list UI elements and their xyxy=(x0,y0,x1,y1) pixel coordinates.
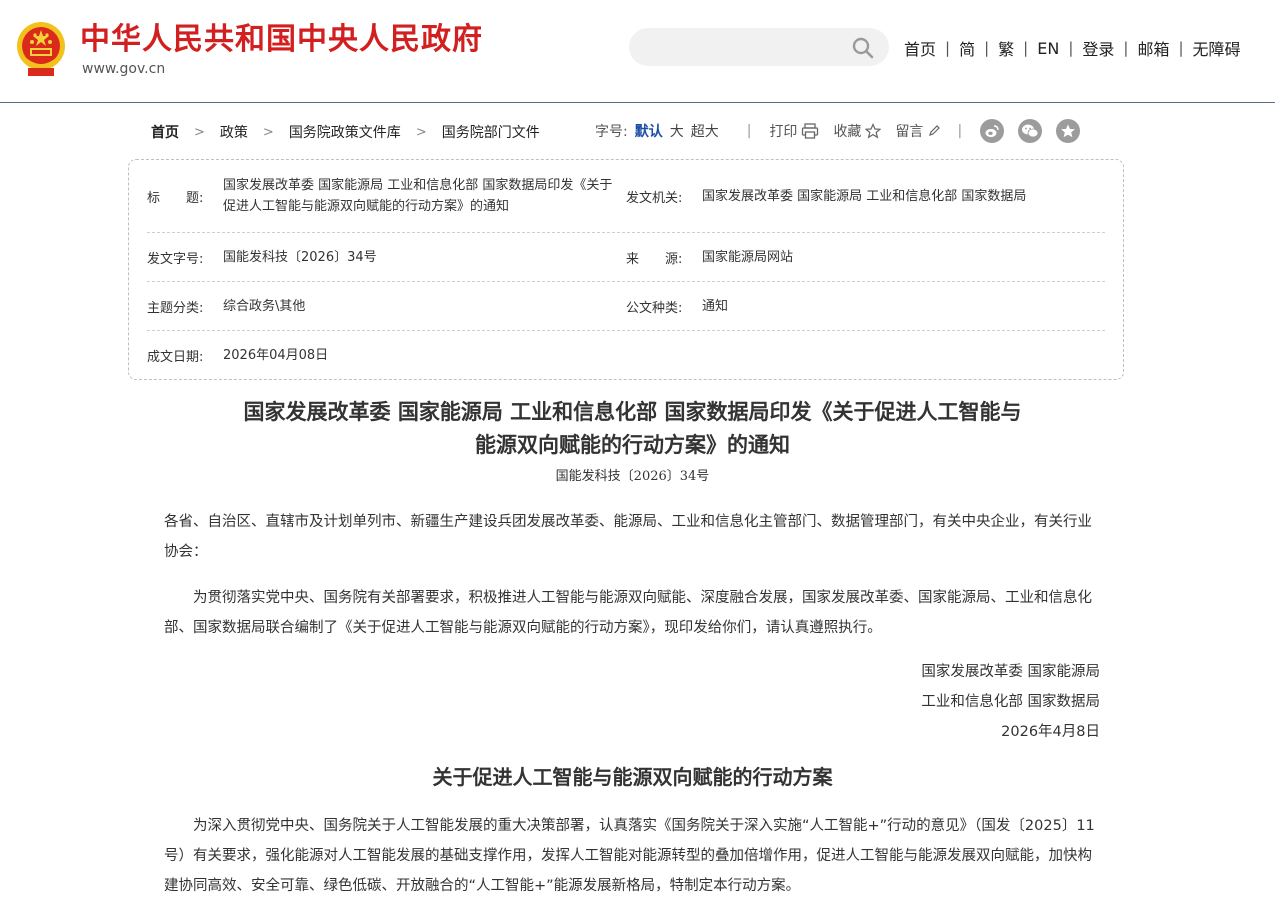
star-icon xyxy=(865,123,882,139)
meta-title-label: 标 题: xyxy=(147,190,204,206)
meta-row-topic: 主题分类: 综合政务\其他 公文种类: 通知 xyxy=(147,282,1105,331)
print-label: 打印 xyxy=(769,124,798,140)
meta-doctype-label: 公文种类: xyxy=(626,300,683,316)
nav-mailbox[interactable]: 邮箱 xyxy=(1137,36,1169,60)
font-size-default[interactable]: 默认 xyxy=(635,121,663,141)
print-button[interactable]: 打印 xyxy=(769,121,819,141)
article-toolbar: 字号: 默认 大 超大 | 打印 收藏 留言 | xyxy=(595,118,1094,144)
breadcrumb: 首页 > 政策 > 国务院政策文件库 > 国务院部门文件 xyxy=(151,121,540,143)
meta-topic-value: 综合政务\其他 xyxy=(223,298,306,314)
toolbar-divider: | xyxy=(746,123,752,139)
search-input[interactable] xyxy=(647,28,857,66)
meta-title-value: 国家发展改革委 国家能源局 工业和信息化部 国家数据局印发《关于促进人工智能与能… xyxy=(223,178,613,214)
font-size-large[interactable]: 大 xyxy=(670,121,684,141)
section-title: 关于促进人工智能与能源双向赋能的行动方案 xyxy=(432,765,833,789)
search-box xyxy=(629,28,889,66)
toolbar-divider: | xyxy=(957,123,963,139)
meta-row-title: 标 题: 国家发展改革委 国家能源局 工业和信息化部 国家数据局印发《关于促进人… xyxy=(147,160,1105,233)
breadcrumb-home[interactable]: 首页 xyxy=(151,122,179,142)
nav-separator: | xyxy=(1023,39,1029,57)
national-emblem-icon[interactable] xyxy=(14,20,68,78)
meta-topic-label: 主题分类: xyxy=(147,300,204,316)
meta-row-date: 成文日期: 2026年04月08日 xyxy=(147,331,1105,379)
favorite-button[interactable]: 收藏 xyxy=(833,121,882,141)
meta-source-value: 国家能源局网站 xyxy=(702,249,794,265)
nav-english[interactable]: EN xyxy=(1037,39,1059,58)
nav-separator: | xyxy=(984,39,990,57)
more-share-icon[interactable] xyxy=(1056,119,1081,143)
article-title-line: 国家发展改革委 国家能源局 工业和信息化部 国家数据局印发《关于促进人工智能与 xyxy=(243,399,1022,424)
wechat-share-icon[interactable] xyxy=(1018,119,1043,143)
meta-date-value: 2026年04月08日 xyxy=(223,347,329,363)
site-title[interactable]: 中华人民共和国中央人民政府 xyxy=(80,22,483,58)
meta-issuer-value: 国家发展改革委 国家能源局 工业和信息化部 国家数据局 xyxy=(702,188,1027,204)
printer-icon xyxy=(802,123,819,139)
nav-simplified[interactable]: 简 xyxy=(959,36,975,60)
font-size-label: 字号: xyxy=(595,124,628,140)
article-doc-number: 国能发科技〔2026〕34号 xyxy=(555,469,710,484)
search-icon[interactable] xyxy=(851,36,875,60)
meta-doctype-value: 通知 xyxy=(702,298,729,314)
body-paragraph: 为贯彻落实党中央、国务院有关部署要求，积极推进人工智能与能源双向赋能、深度融合发… xyxy=(164,590,1092,636)
article-title: 国家发展改革委 国家能源局 工业和信息化部 国家数据局印发《关于促进人工智能与 … xyxy=(150,395,1115,461)
breadcrumb-policy-library[interactable]: 国务院政策文件库 xyxy=(289,122,401,142)
signature-line: 工业和信息化部 国家数据局 xyxy=(921,694,1100,710)
top-nav: 首页 | 简 | 繁 | EN | 登录 | 邮箱 | 无障碍 xyxy=(904,36,1241,60)
nav-separator: | xyxy=(1068,39,1074,57)
favorite-label: 收藏 xyxy=(833,124,862,140)
meta-date-label: 成文日期: xyxy=(147,349,204,365)
comment-button[interactable]: 留言 xyxy=(895,121,941,141)
nav-traditional[interactable]: 繁 xyxy=(998,36,1014,60)
chevron-right-icon: > xyxy=(415,124,427,140)
meta-row-docno: 发文字号: 国能发科技〔2026〕34号 来 源: 国家能源局网站 xyxy=(147,233,1105,282)
meta-issuer-label: 发文机关: xyxy=(626,190,683,206)
article-title-line: 能源双向赋能的行动方案》的通知 xyxy=(475,432,790,457)
nav-home[interactable]: 首页 xyxy=(904,36,936,60)
signature-date: 2026年4月8日 xyxy=(1001,724,1100,740)
nav-accessibility[interactable]: 无障碍 xyxy=(1193,36,1241,60)
nav-separator: | xyxy=(1123,39,1129,57)
pencil-icon xyxy=(929,125,941,136)
nav-separator: | xyxy=(1178,39,1184,57)
breadcrumb-policy[interactable]: 政策 xyxy=(220,122,248,142)
salutation-paragraph: 各省、自治区、直辖市及计划单列市、新疆生产建设兵团发展改革委、能源局、工业和信息… xyxy=(164,514,1092,560)
meta-source-label: 来 源: xyxy=(626,251,683,267)
nav-login[interactable]: 登录 xyxy=(1082,36,1114,60)
site-url[interactable]: www.gov.cn xyxy=(82,60,165,78)
signature-line: 国家发展改革委 国家能源局 xyxy=(921,664,1100,680)
breadcrumb-department-docs[interactable]: 国务院部门文件 xyxy=(442,122,540,142)
nav-separator: | xyxy=(945,39,951,57)
weibo-share-icon[interactable] xyxy=(980,119,1005,143)
body-paragraph: 为深入贯彻党中央、国务院关于人工智能发展的重大决策部署，认真落实《国务院关于深入… xyxy=(164,818,1095,894)
site-header: 中华人民共和国中央人民政府 www.gov.cn 首页 | 简 | 繁 | EN… xyxy=(0,0,1275,103)
comment-label: 留言 xyxy=(895,124,924,140)
meta-docno-value: 国能发科技〔2026〕34号 xyxy=(223,249,377,265)
chevron-right-icon: > xyxy=(194,124,205,140)
meta-docno-label: 发文字号: xyxy=(147,251,204,267)
font-size-extra-large[interactable]: 超大 xyxy=(691,121,719,141)
chevron-right-icon: > xyxy=(262,124,274,140)
document-metadata: 标 题: 国家发展改革委 国家能源局 工业和信息化部 国家数据局印发《关于促进人… xyxy=(128,159,1124,380)
